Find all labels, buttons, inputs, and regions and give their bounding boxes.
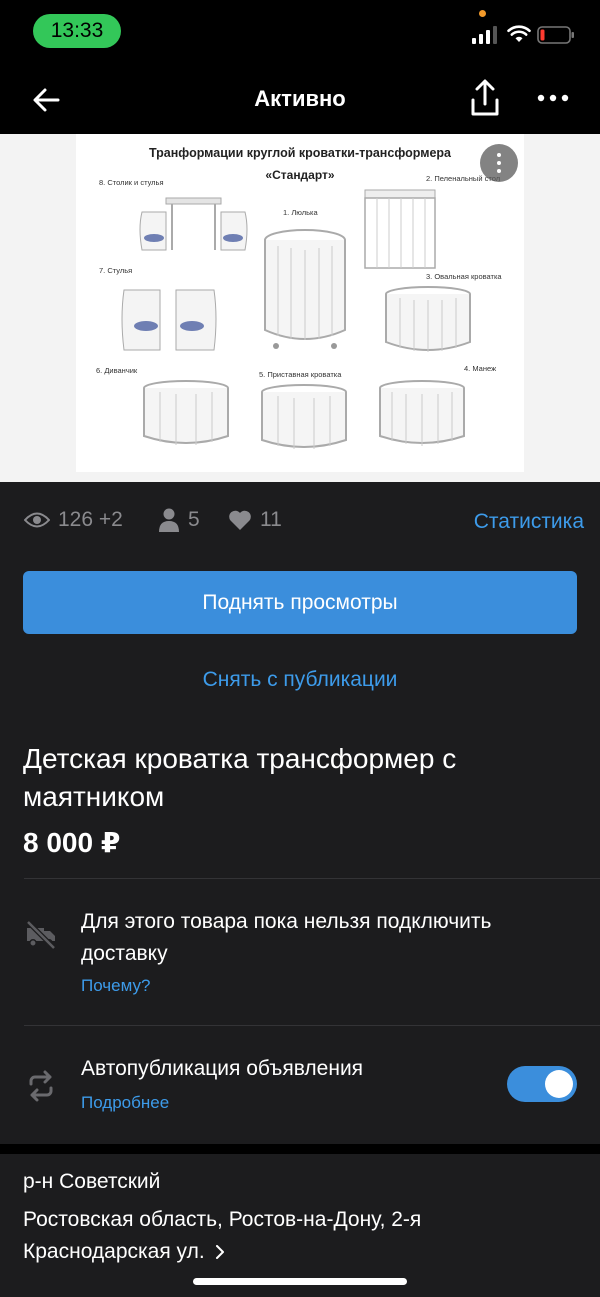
dot-icon bbox=[497, 153, 501, 157]
wifi-icon bbox=[507, 25, 531, 42]
district-label: р-н Советский bbox=[23, 1170, 161, 1193]
page-title: Активно bbox=[254, 86, 346, 111]
toggle-knob bbox=[545, 1070, 573, 1098]
divider bbox=[24, 1025, 600, 1026]
listing-title: Детская кроватка трансформер с маятником bbox=[23, 743, 457, 812]
address-link[interactable]: Ростовская область, Ростов-на-Дону, 2-я … bbox=[23, 1204, 523, 1268]
navigation-bar: Активно bbox=[0, 66, 600, 134]
dot-icon bbox=[497, 169, 501, 173]
photo-caption: 1. Люлька bbox=[283, 208, 318, 217]
eye-icon bbox=[24, 512, 50, 528]
photo-more-button[interactable] bbox=[480, 144, 518, 182]
photo-gallery[interactable]: Транформации круглой кроватки-трансформе… bbox=[0, 134, 600, 482]
location-section[interactable]: р-н Советский Ростовская область, Ростов… bbox=[0, 1154, 600, 1297]
boost-views-button[interactable]: Поднять просмотры bbox=[23, 571, 577, 634]
crib-playpen-image bbox=[379, 380, 465, 446]
favorites-stat: 11 bbox=[228, 508, 282, 532]
share-icon[interactable] bbox=[466, 78, 504, 118]
views-count: 126 +2 bbox=[58, 508, 123, 531]
why-link[interactable]: Почему? bbox=[81, 976, 150, 996]
crib-cradle-image bbox=[264, 229, 346, 349]
listing-details-panel: 126 +2 5 11 Статистика Поднять просмотры… bbox=[0, 482, 600, 1152]
delivery-unavailable-text: Для этого товара пока нельзя подключить … bbox=[81, 910, 492, 965]
unpublish-link[interactable]: Снять с публикации bbox=[0, 668, 600, 692]
crib-chairs-image bbox=[121, 289, 217, 351]
listing-photo[interactable]: Транформации круглой кроватки-трансформе… bbox=[76, 134, 524, 472]
listing-stats: 126 +2 5 11 Статистика bbox=[24, 508, 584, 534]
photo-title: Транформации круглой кроватки-трансформе… bbox=[149, 146, 451, 160]
autopublish-icon bbox=[29, 1070, 53, 1102]
favorites-count: 11 bbox=[260, 508, 282, 531]
photo-caption: 7. Стулья bbox=[99, 266, 133, 275]
crib-sofa-image bbox=[143, 380, 229, 445]
photo-caption: 3. Овальная кроватка bbox=[426, 272, 502, 281]
person-icon bbox=[159, 508, 179, 532]
divider bbox=[24, 878, 600, 879]
home-indicator bbox=[193, 1278, 407, 1285]
chevron-right-icon bbox=[215, 1245, 224, 1259]
cellular-signal-icon bbox=[472, 26, 497, 44]
photo-caption: 6. Диванчик bbox=[96, 366, 138, 375]
crib-side-bed-image bbox=[261, 384, 347, 449]
crib-table-chairs-image bbox=[139, 197, 248, 251]
more-details-link[interactable]: Подробнее bbox=[81, 1093, 169, 1113]
status-time: 13:33 bbox=[33, 14, 121, 48]
battery-icon bbox=[537, 26, 574, 44]
views-stat: 126 +2 bbox=[24, 508, 123, 532]
section-separator bbox=[0, 1144, 600, 1154]
recording-indicator bbox=[479, 10, 486, 17]
photo-caption: 4. Манеж bbox=[464, 364, 497, 373]
delivery-unavailable-icon bbox=[26, 920, 56, 950]
photo-caption: 5. Приставная кроватка bbox=[259, 370, 342, 379]
dot-icon bbox=[497, 161, 501, 165]
status-bar: 13:33 bbox=[0, 0, 600, 66]
listing-price: 8 000 ₽ bbox=[23, 827, 121, 858]
contacts-stat: 5 bbox=[158, 508, 200, 532]
more-options-icon[interactable] bbox=[536, 88, 570, 108]
crib-oval-bed-image bbox=[385, 286, 471, 352]
heart-icon bbox=[229, 510, 251, 530]
statistics-link[interactable]: Статистика bbox=[474, 510, 584, 534]
photo-caption: 8. Столик и стулья bbox=[99, 178, 164, 187]
autopublish-toggle[interactable] bbox=[507, 1066, 577, 1102]
contacts-count: 5 bbox=[188, 508, 200, 531]
crib-changing-table-image bbox=[364, 189, 436, 269]
autopublish-label: Автопубликация объявления bbox=[81, 1057, 364, 1080]
